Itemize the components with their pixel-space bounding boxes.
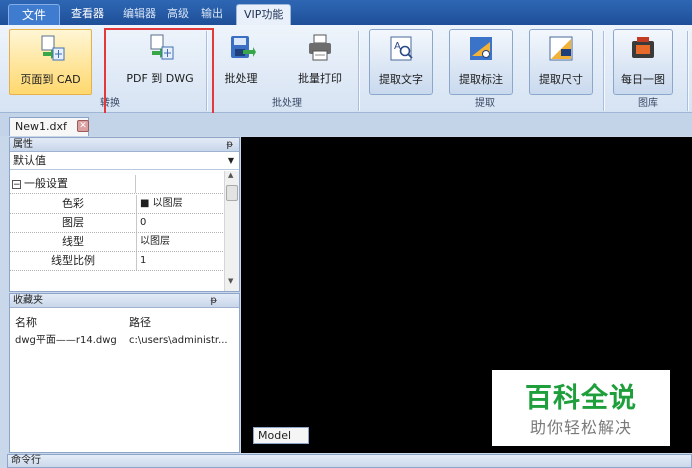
favorites-header: 收藏夹 ᵽ [10,294,239,308]
group-label-library: 图库 [638,98,658,109]
page-to-cad-label: 页面到 CAD [20,73,81,86]
properties-scrollbar[interactable]: ▲ ▼ [224,171,239,291]
page-to-cad-icon [41,35,64,61]
column-header-name[interactable]: 名称 [15,314,37,330]
tab-model[interactable]: Model [253,427,309,444]
property-value: 0 [140,217,147,228]
page-to-cad-button[interactable]: 页面到 CAD [9,29,92,95]
property-group-label: 一般设置 [10,175,136,193]
collapse-icon[interactable]: − [12,180,21,190]
document-tab-label: New1.dxf [15,120,67,133]
property-key: 线型比例 [10,252,137,270]
tab-file[interactable]: 文件 [8,4,60,25]
film-icon [632,37,654,58]
document-tab[interactable]: New1.dxf ✕ [9,117,89,136]
property-value: ■ 以图层 [140,198,183,209]
batch-process-button[interactable]: 批处理 [218,29,264,95]
favorites-title: 收藏夹 [13,295,43,306]
tab-output[interactable]: 输出 [194,4,230,25]
favorites-panel: 收藏夹 ᵽ 名称 路径 dwg平面——r14.dwg c:\users\admi… [9,293,240,453]
column-header-path[interactable]: 路径 [129,314,151,330]
watermark-subtitle: 助你轻松解决 [529,418,632,437]
batch-process-icon [231,36,256,58]
properties-title: 属性 [13,139,33,150]
property-row[interactable]: 图层 0 [10,214,223,233]
list-item[interactable]: dwg平面——r14.dwg c:\users\administr... [10,332,239,350]
extract-dimension-button[interactable]: 提取尺寸 [529,29,593,95]
ribbon-separator [603,31,604,111]
command-line-bar[interactable]: 命令行 [7,454,692,468]
property-row[interactable]: 色彩 ■ 以图层 [10,195,223,214]
tab-vip[interactable]: VIP功能 [236,4,292,25]
red-highlight-box [104,28,214,116]
extract-annotation-icon [470,37,492,60]
scroll-up-icon[interactable]: ▲ [228,171,233,179]
properties-selector-value: 默认值 [13,154,46,167]
property-row[interactable]: 线型 以图层 [10,233,223,252]
watermark-title: 百科全说 [525,383,637,414]
property-key: 色彩 [10,195,137,213]
pin-icon[interactable]: ᵽ [210,294,217,308]
extract-annotation-button[interactable]: 提取标注 [449,29,513,95]
extract-dimension-label: 提取尺寸 [539,73,583,86]
properties-selector[interactable]: 默认值 ▼ [10,153,239,170]
scrollbar-thumb[interactable] [226,185,238,201]
favorite-path: c:\users\administr... [129,335,228,346]
extract-dimension-icon [549,36,573,61]
property-value: 1 [140,255,147,266]
extract-text-icon: A [390,36,413,61]
batch-print-label: 批量打印 [298,72,342,85]
properties-panel: 属性 ᵽ 默认值 ▼ 一般设置 − 色彩 ■ 以图层 图层 0 线型 以图层 线… [9,137,240,292]
tab-editor[interactable]: 编辑器 [116,4,163,25]
chevron-down-icon: ▼ [227,156,235,165]
group-label-extract: 提取 [475,98,495,109]
daily-drawing-label: 每日一图 [621,73,665,86]
daily-drawing-button[interactable]: 每日一图 [613,29,673,95]
property-key: 线型 [10,233,137,251]
property-key: 图层 [10,214,137,232]
close-icon[interactable]: ✕ [77,120,89,132]
watermark-logo: 百科全说 助你轻松解决 [492,370,670,446]
extract-annotation-label: 提取标注 [459,73,503,86]
properties-header: 属性 ᵽ [10,138,239,152]
scroll-down-icon[interactable]: ▼ [228,277,233,285]
tab-advanced[interactable]: 高级 [160,4,196,25]
extract-text-button[interactable]: A 提取文字 [369,29,433,95]
group-label-batch: 批处理 [272,98,302,109]
property-row[interactable]: 线型比例 1 [10,252,223,271]
ribbon-tab-bar: 文件 查看器 编辑器 高级 输出 VIP功能 [0,0,692,25]
property-group-row[interactable]: 一般设置 [10,175,223,194]
extract-text-label: 提取文字 [379,73,423,86]
document-tab-bar: New1.dxf ✕ [0,113,692,136]
ribbon-separator [358,31,359,111]
property-value: 以图层 [140,236,170,247]
batch-process-label: 批处理 [224,72,258,85]
tab-viewer[interactable]: 查看器 [64,4,111,25]
favorite-name: dwg平面——r14.dwg [15,335,117,346]
batch-print-button[interactable]: 批量打印 [290,29,350,95]
printer-icon [309,34,331,61]
command-line-label: 命令行 [11,455,41,466]
ribbon-separator [687,31,688,111]
pin-icon[interactable]: ᵽ [226,138,233,152]
